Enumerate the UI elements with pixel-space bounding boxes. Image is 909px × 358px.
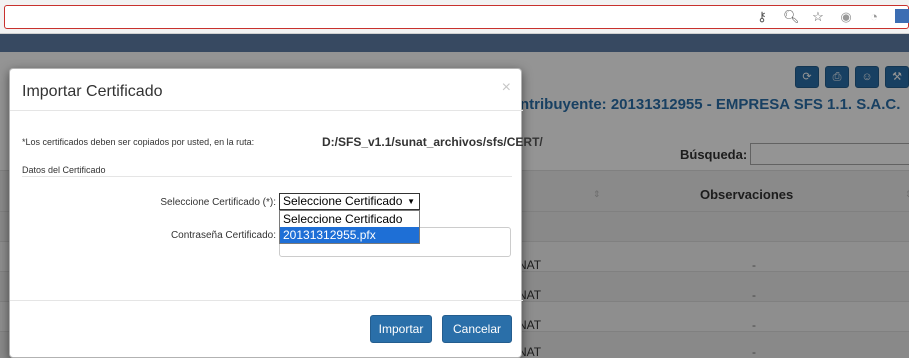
browser-toolbar: ⚷ 🔍︎ ☆ ◉ ◔ <box>0 0 909 34</box>
star-icon[interactable]: ☆ <box>811 9 825 26</box>
extension-icon[interactable]: ◉ <box>839 9 853 26</box>
certificate-select-value: Seleccione Certificado <box>283 194 403 208</box>
extension-icon[interactable] <box>895 9 909 26</box>
divider <box>22 176 512 177</box>
path-note: *Los certificados deben ser copiados por… <box>22 137 255 147</box>
modal-title: Importar Certificado <box>22 83 163 100</box>
section-label: Datos del Certificado <box>22 165 106 175</box>
certificate-select[interactable]: Seleccione Certificado ▼ <box>279 193 420 210</box>
import-button[interactable]: Importar <box>370 315 432 343</box>
chevron-down-icon: ▼ <box>407 197 415 206</box>
certificate-dropdown: Seleccione Certificado 20131312955.pfx <box>279 210 420 244</box>
password-label: Contraseña Certificado: <box>170 230 276 241</box>
certificate-path: D:/SFS_v1.1/sunat_archivos/sfs/CERT/ <box>322 135 543 149</box>
modal-header: Importar Certificado × <box>10 69 523 111</box>
cancel-button[interactable]: Cancelar <box>442 315 512 343</box>
close-icon[interactable]: × <box>502 79 511 97</box>
key-icon[interactable]: ⚷ <box>755 9 769 26</box>
dropdown-option[interactable]: Seleccione Certificado <box>280 211 419 227</box>
import-certificate-modal: Importar Certificado × *Los certificados… <box>9 68 543 358</box>
zoom-icon[interactable]: 🔍︎ <box>783 9 800 26</box>
browser-icons: ⚷ 🔍︎ ☆ ◉ ◔ <box>755 9 909 26</box>
extension-icon[interactable]: ◔ <box>867 9 881 26</box>
certificate-label: Seleccione Certificado (*): <box>160 197 276 208</box>
modal-footer-divider <box>10 300 523 301</box>
dropdown-option-highlighted[interactable]: 20131312955.pfx <box>280 227 419 243</box>
